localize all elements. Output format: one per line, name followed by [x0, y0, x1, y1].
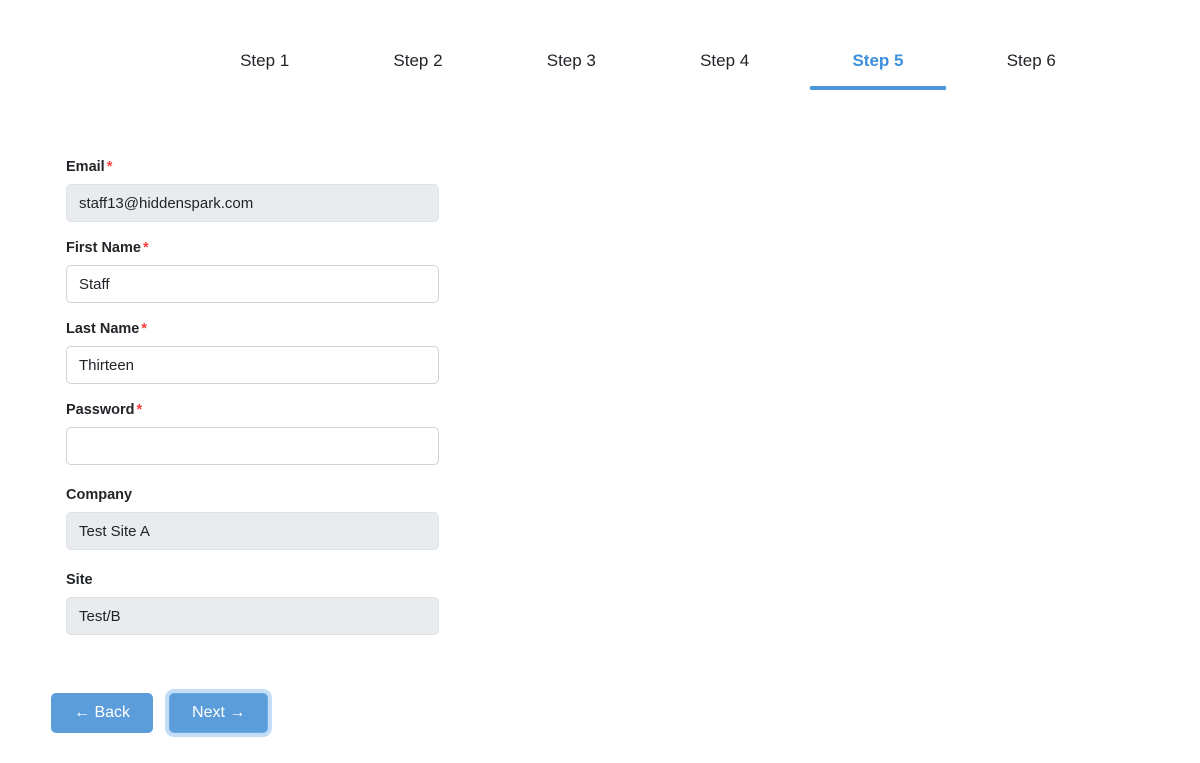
wizard-step-label: Step 6	[1006, 51, 1056, 70]
field-group-site: Site	[66, 571, 446, 635]
email-label: Email *	[66, 158, 446, 176]
required-asterisk: *	[141, 321, 147, 337]
arrow-left-icon: ←	[74, 704, 90, 721]
back-button[interactable]: ← Back	[51, 693, 154, 733]
arrow-right-icon: →	[229, 704, 246, 721]
company-label-text: Company	[66, 487, 133, 503]
company-label: Company	[66, 486, 446, 504]
wizard-step-tab-6[interactable]: Step 6	[955, 50, 1108, 90]
password-label-text: Password	[66, 402, 135, 418]
wizard-step-tab-2[interactable]: Step 2	[341, 50, 494, 90]
wizard-step-label: Step 2	[393, 51, 443, 70]
company-input[interactable]	[66, 512, 439, 550]
email-label-text: Email	[66, 159, 105, 175]
wizard-step-label: Step 3	[546, 51, 596, 70]
wizard-step-nav: Step 1 Step 2 Step 3 Step 4 Step 5 Step …	[188, 50, 1108, 90]
required-asterisk: *	[136, 402, 143, 418]
last-name-label-text: Last Name	[66, 321, 140, 337]
required-asterisk: *	[106, 159, 113, 175]
first-name-label: First Name *	[66, 239, 446, 257]
last-name-input[interactable]	[66, 346, 439, 384]
user-profile-form: Email* First Name* Last Name* Password* …	[66, 158, 446, 635]
wizard-step-tab-5[interactable]: Step 5	[801, 50, 954, 90]
password-label: Password *	[66, 401, 446, 419]
wizard-nav-buttons: ← Back Next →	[51, 693, 269, 733]
next-button[interactable]: Next →	[169, 693, 269, 733]
field-group-last-name: Last Name *	[66, 320, 446, 384]
last-name-label: Last Name *	[66, 320, 446, 338]
wizard-step-tab-4[interactable]: Step 4	[648, 50, 801, 90]
wizard-step-tab-1[interactable]: Step 1	[188, 50, 341, 90]
first-name-input[interactable]	[66, 265, 439, 303]
field-group-email: Email *	[66, 158, 446, 222]
first-name-label-text: First Name	[66, 240, 141, 256]
site-label-text: Site	[66, 572, 93, 588]
required-asterisk: *	[142, 240, 149, 256]
email-input[interactable]	[66, 184, 439, 222]
wizard-step-label: Step 1	[240, 51, 290, 70]
site-input[interactable]	[66, 597, 439, 635]
field-group-password: Password *	[66, 401, 446, 465]
password-input[interactable]	[66, 427, 439, 465]
wizard-step-label: Step 5	[852, 51, 904, 70]
site-label: Site	[66, 571, 446, 589]
next-button-label: Next	[192, 704, 225, 721]
wizard-step-label: Step 4	[700, 51, 750, 70]
back-button-label: Back	[94, 704, 131, 721]
wizard-step-tab-3[interactable]: Step 3	[495, 50, 648, 90]
field-group-first-name: First Name *	[66, 239, 446, 303]
field-group-company: Company	[66, 486, 446, 550]
